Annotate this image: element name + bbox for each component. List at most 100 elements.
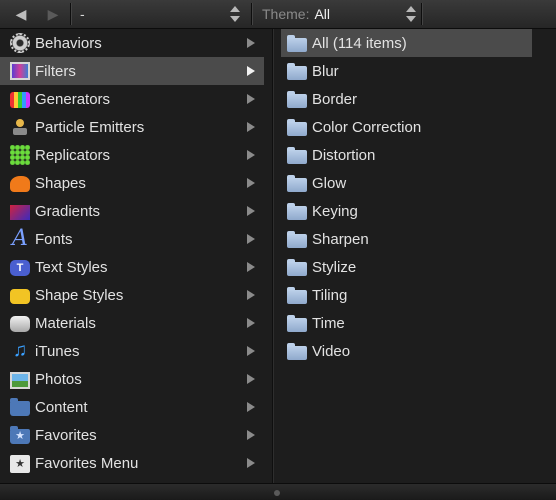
resize-grip-icon[interactable] — [274, 490, 280, 496]
category-label: Replicators — [35, 146, 111, 164]
category-label: Filters — [35, 62, 76, 80]
subcategory-item[interactable]: Distortion — [281, 141, 532, 169]
category-label: Particle Emitters — [35, 118, 145, 136]
subcategory-label: Distortion — [312, 146, 376, 164]
subcategory-item[interactable]: All (114 items) — [281, 29, 532, 57]
path-value: - — [80, 6, 85, 22]
toolbar-divider — [421, 3, 422, 25]
column-divider[interactable] — [272, 29, 273, 484]
disclosure-arrow-icon — [247, 206, 255, 216]
category-item[interactable]: Behaviors — [0, 29, 264, 57]
category-item[interactable]: Materials — [0, 309, 264, 337]
folder-icon — [287, 342, 307, 360]
category-label: Behaviors — [35, 34, 102, 52]
subcategory-label: Stylize — [312, 258, 357, 276]
subcategory-item[interactable]: Keying — [281, 197, 532, 225]
browser-toolbar: ◀ ▶ - Theme: All — [0, 0, 556, 29]
favorites-menu-icon: ★ — [10, 454, 30, 473]
theme-popup[interactable]: Theme: All — [254, 0, 420, 28]
category-label: Favorites — [35, 426, 97, 444]
category-label: Text Styles — [35, 258, 108, 276]
theme-value: All — [314, 6, 331, 22]
category-item[interactable]: T Text Styles — [0, 253, 264, 281]
folder-icon — [287, 230, 307, 248]
category-item[interactable]: Content — [0, 393, 264, 421]
disclosure-arrow-icon — [247, 94, 255, 104]
folder-icon — [287, 62, 307, 80]
disclosure-arrow-icon — [247, 38, 255, 48]
popup-arrows-icon — [406, 5, 416, 23]
disclosure-arrow-icon — [247, 178, 255, 188]
toolbar-divider — [70, 3, 71, 25]
subcategory-list: All (114 items) Blur Border Color Correctio… — [281, 29, 556, 484]
subcategory-label: Sharpen — [312, 230, 369, 248]
category-item[interactable]: Photos — [0, 365, 264, 393]
shapes-icon — [10, 176, 30, 192]
folder-icon — [287, 202, 307, 220]
folder-icon — [10, 398, 30, 416]
fonts-icon: A — [12, 226, 28, 251]
disclosure-arrow-icon — [247, 234, 255, 244]
folder-icon — [287, 90, 307, 108]
category-item[interactable]: Replicators — [0, 141, 264, 169]
category-item[interactable]: Particle Emitters — [0, 113, 264, 141]
subcategory-item[interactable]: Color Correction — [281, 113, 532, 141]
category-item[interactable]: Shape Styles — [0, 281, 264, 309]
subcategory-label: All (114 items) — [312, 34, 407, 52]
subcategory-item[interactable]: Video — [281, 337, 532, 365]
disclosure-arrow-icon — [247, 346, 255, 356]
category-item[interactable]: ♫ iTunes — [0, 337, 264, 365]
category-label: Shapes — [35, 174, 86, 192]
category-item[interactable]: Filters — [0, 57, 264, 85]
folder-icon — [287, 174, 307, 192]
resize-bar[interactable] — [0, 483, 556, 500]
filters-icon — [10, 62, 30, 80]
path-popup[interactable]: - — [72, 0, 244, 28]
disclosure-arrow-icon — [247, 262, 255, 272]
forward-button[interactable]: ▶ — [36, 0, 70, 28]
category-item[interactable]: Gradients — [0, 197, 264, 225]
category-label: Shape Styles — [35, 286, 124, 304]
category-label: Content — [35, 398, 88, 416]
replicators-icon — [10, 145, 30, 165]
folder-icon — [287, 286, 307, 304]
shape-styles-icon — [10, 289, 30, 304]
disclosure-arrow-icon — [247, 374, 255, 384]
category-item[interactable]: Shapes — [0, 169, 264, 197]
subcategory-label: Time — [312, 314, 345, 332]
subcategory-item[interactable]: Glow — [281, 169, 532, 197]
category-item[interactable]: A Fonts — [0, 225, 264, 253]
category-item[interactable]: ★ Favorites — [0, 421, 264, 449]
favorites-folder-icon: ★ — [10, 426, 30, 444]
subcategory-label: Keying — [312, 202, 358, 220]
forward-arrow-icon: ▶ — [47, 5, 59, 22]
photos-icon — [10, 371, 30, 389]
subcategory-item[interactable]: Stylize — [281, 253, 532, 281]
category-label: Gradients — [35, 202, 101, 220]
category-label: Favorites Menu — [35, 454, 139, 472]
subcategory-item[interactable]: Time — [281, 309, 532, 337]
particle-emitters-icon — [10, 117, 30, 137]
back-button[interactable]: ◀ — [4, 0, 38, 28]
gradients-icon — [10, 204, 30, 220]
subcategory-item[interactable]: Blur — [281, 57, 532, 85]
disclosure-arrow-icon — [247, 458, 255, 468]
theme-label: Theme: — [262, 6, 310, 22]
subcategory-label: Blur — [312, 62, 339, 80]
disclosure-arrow-icon — [247, 150, 255, 160]
subcategory-label: Glow — [312, 174, 347, 192]
category-label: Generators — [35, 90, 111, 108]
text-styles-icon: T — [10, 260, 30, 276]
category-item[interactable]: ★ Favorites Menu — [0, 449, 264, 477]
subcategory-item[interactable]: Sharpen — [281, 225, 532, 253]
category-item[interactable]: Generators — [0, 85, 264, 113]
back-arrow-icon: ◀ — [15, 5, 27, 22]
folder-icon — [287, 314, 307, 332]
disclosure-arrow-icon — [247, 122, 255, 132]
disclosure-arrow-icon — [247, 318, 255, 328]
subcategory-label: Border — [312, 90, 358, 108]
subcategory-item[interactable]: Border — [281, 85, 532, 113]
folder-icon — [287, 118, 307, 136]
subcategory-item[interactable]: Tiling — [281, 281, 532, 309]
category-label: Materials — [35, 314, 96, 332]
